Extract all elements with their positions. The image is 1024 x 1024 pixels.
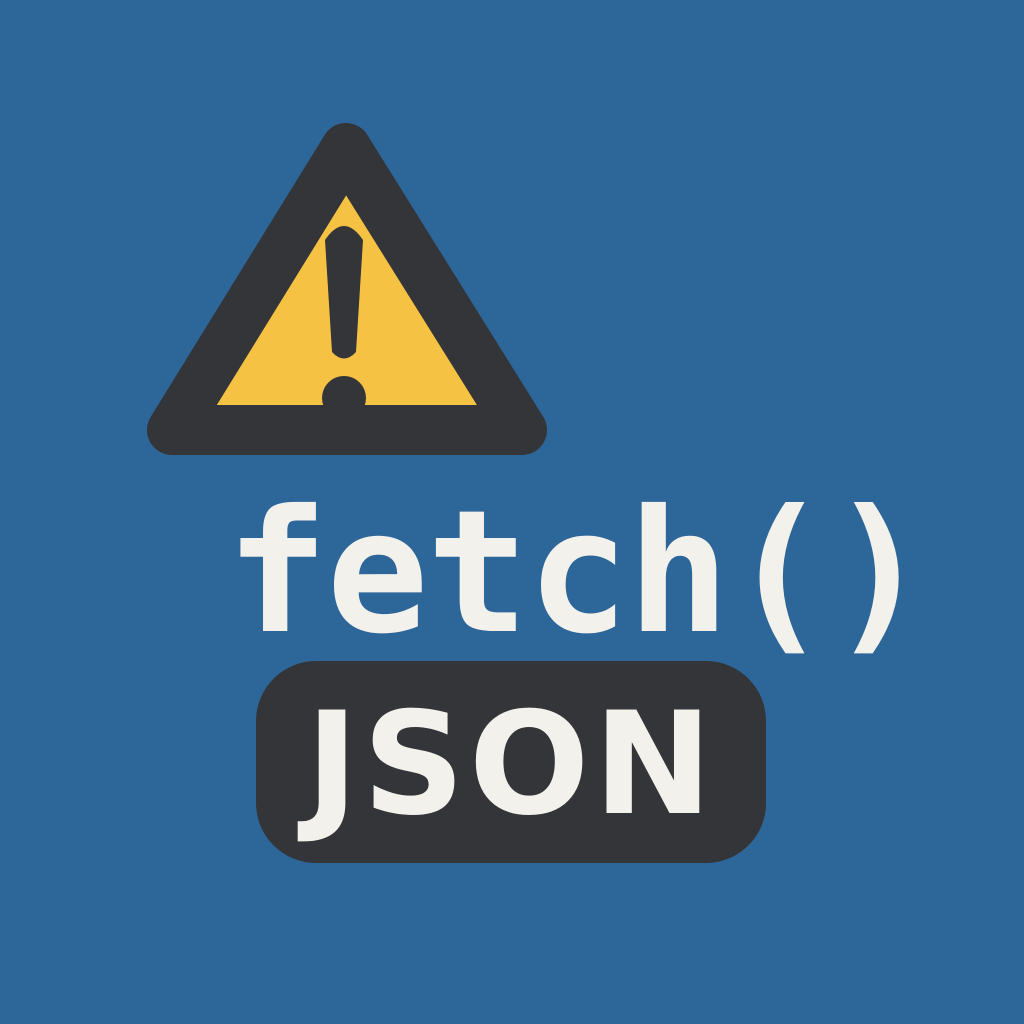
canvas: fetch() JSON: [0, 0, 1024, 1024]
fetch-function-text: fetch(): [226, 474, 930, 672]
json-badge: JSON: [256, 661, 766, 863]
json-badge-label: JSON: [305, 682, 717, 847]
